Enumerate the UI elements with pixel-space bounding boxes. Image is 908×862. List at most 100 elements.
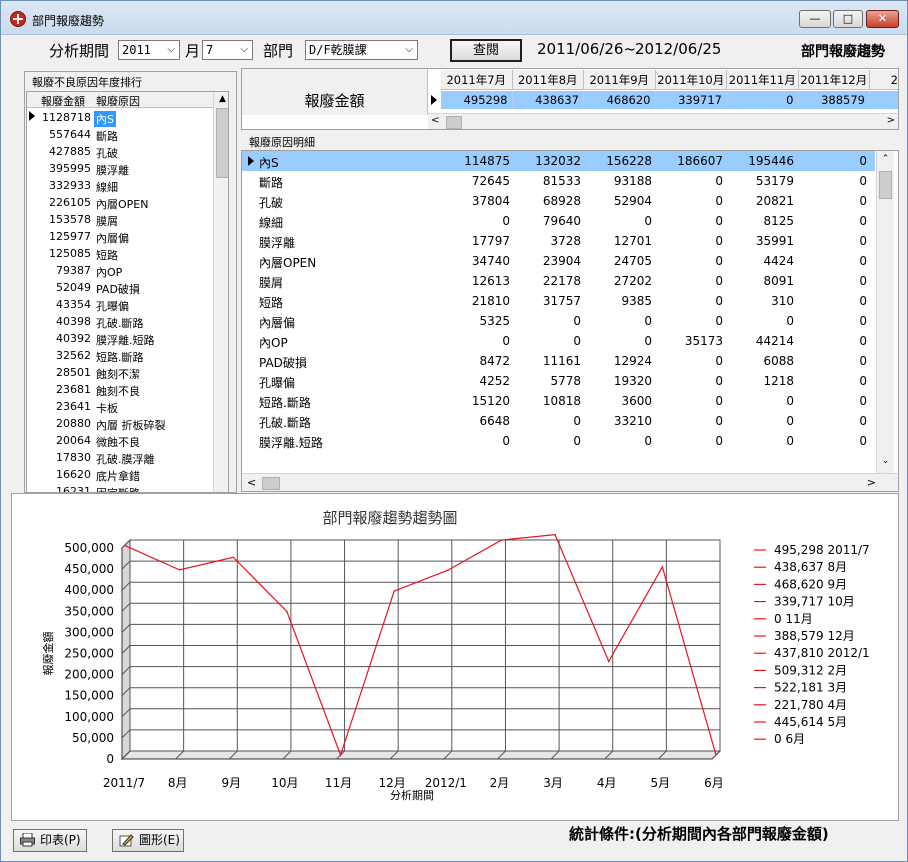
ranking-row[interactable]: 16231 固定斷路 xyxy=(27,483,213,492)
summary-value-cell[interactable]: 339717 xyxy=(655,91,727,109)
detail-vscroll[interactable]: ⌃ ⌄ xyxy=(876,151,894,473)
summary-col-header[interactable]: 2011年9月 xyxy=(584,70,656,90)
summary-value-cell[interactable]: 468620 xyxy=(584,91,656,109)
detail-row[interactable]: 短路 21810 31757 9385 0 310 0 xyxy=(242,291,875,311)
summary-col-header[interactable]: 2011年8月 xyxy=(512,70,584,90)
ranking-row[interactable]: 427885 孔破 xyxy=(27,143,213,160)
detail-row[interactable]: 膜浮離 17797 3728 12701 0 35991 0 xyxy=(242,231,875,251)
maximize-button[interactable]: □ xyxy=(833,10,863,28)
summary-value-cell[interactable]: 388579 xyxy=(798,91,870,109)
ranking-row[interactable]: 20064 微蝕不良 xyxy=(27,432,213,449)
condition-text: 統計條件:(分析期間內各部門報廢金額) xyxy=(569,825,829,843)
ranking-grid[interactable]: 報廢金額 報廢原因 1128718 內S 557644 斷路 427885 孔破 39599… xyxy=(26,91,229,493)
detail-value-cell: 31757 xyxy=(542,294,581,308)
detail-value-cell: 6088 xyxy=(763,354,794,368)
scroll-thumb[interactable] xyxy=(879,171,892,199)
ranking-row[interactable]: 395995 膜浮離 xyxy=(27,160,213,177)
scroll-down-icon[interactable]: ⌄ xyxy=(877,454,894,469)
detail-value-cell: 53179 xyxy=(755,174,794,188)
summary-grid[interactable]: 報廢金額 2011年7月 495298 2011年8月 438637 2011年9月 46… xyxy=(241,68,899,130)
detail-row[interactable]: 孔破 37804 68928 52904 0 20821 0 xyxy=(242,191,875,211)
col-reason[interactable]: 報廢原因 xyxy=(96,93,140,109)
scroll-up-icon[interactable]: ⌃ xyxy=(877,152,894,167)
x-tick-label: 2011/7 xyxy=(103,776,145,790)
ranking-amount: 1128718 xyxy=(42,111,91,124)
detail-row[interactable]: 孔破.斷路 6648 0 33210 0 0 0 xyxy=(242,411,875,431)
detail-value-cell: 0 xyxy=(859,254,867,268)
scroll-right-icon[interactable]: > xyxy=(887,115,895,126)
ranking-row[interactable]: 23641 卡板 xyxy=(27,398,213,415)
title-bar: 部門報廢趨勢 — □ ✕ xyxy=(1,1,907,35)
summary-col-header[interactable]: 2011年7月 xyxy=(441,70,513,90)
summary-col-header[interactable]: 2012 xyxy=(870,70,898,90)
month-select[interactable]: 7 ⌵ xyxy=(202,40,253,60)
print-button[interactable]: 印表(P) xyxy=(13,829,87,852)
detail-row[interactable]: 膜浮離.短路 0 0 0 0 0 0 xyxy=(242,431,875,451)
detail-grid[interactable]: 內S 114875 132032 156228 186607 195446 0 斷路 72645… xyxy=(241,150,899,492)
ranking-row[interactable]: 17830 孔破.膜浮離 xyxy=(27,449,213,466)
close-button[interactable]: ✕ xyxy=(866,10,899,28)
summary-value-cell[interactable]: 495298 xyxy=(441,91,513,109)
summary-value-cell[interactable]: 0 xyxy=(727,91,799,109)
detail-reason: 孔破.斷路 xyxy=(259,416,311,430)
ranking-row[interactable]: 40398 孔破.斷路 xyxy=(27,313,213,330)
query-button[interactable]: 查閱 xyxy=(450,39,522,62)
detail-value-cell: 68928 xyxy=(542,194,581,208)
scroll-thumb[interactable] xyxy=(262,477,280,490)
detail-row[interactable]: 斷路 72645 81533 93188 0 53179 0 xyxy=(242,171,875,191)
detail-row[interactable]: 內層偏 5325 0 0 0 0 0 xyxy=(242,311,875,331)
scroll-right-icon[interactable]: > xyxy=(867,476,876,489)
scroll-left-icon[interactable]: < xyxy=(431,115,439,126)
summary-col-header[interactable]: 2011年12月 xyxy=(798,70,870,90)
ranking-row[interactable]: 40392 膜浮離.短路 xyxy=(27,330,213,347)
summary-value-cell[interactable]: 4 xyxy=(870,91,898,109)
ranking-row[interactable]: 23681 蝕刻不良 xyxy=(27,381,213,398)
detail-row[interactable]: 內S 114875 132032 156228 186607 195446 0 xyxy=(242,151,875,171)
ranking-row[interactable]: 332933 線細 xyxy=(27,177,213,194)
ranking-row[interactable]: 79387 內OP xyxy=(27,262,213,279)
ranking-row[interactable]: 52049 PAD破損 xyxy=(27,279,213,296)
ranking-row[interactable]: 557644 斷路 xyxy=(27,126,213,143)
ranking-row[interactable]: 125085 短路 xyxy=(27,245,213,262)
detail-value-cell: 186607 xyxy=(677,154,723,168)
ranking-row[interactable]: 226105 內層OPEN xyxy=(27,194,213,211)
detail-row[interactable]: 短路.斷路 15120 10818 3600 0 0 0 xyxy=(242,391,875,411)
ranking-row[interactable]: 20880 內層 折板碎裂 xyxy=(27,415,213,432)
col-amount[interactable]: 報廢金額 xyxy=(41,93,85,109)
minimize-button[interactable]: — xyxy=(799,10,831,28)
y-tick-label: 150,000 xyxy=(64,689,114,703)
ranking-row[interactable]: 32562 短路.斷路 xyxy=(27,347,213,364)
legend-item: 445,614 5月 xyxy=(774,715,847,729)
ranking-vscroll[interactable]: ▲ xyxy=(213,92,228,492)
dept-select[interactable]: D/F乾膜課 ⌵ xyxy=(305,40,418,60)
ranking-row[interactable]: 1128718 內S xyxy=(27,109,213,127)
detail-value-cell: 19320 xyxy=(613,374,652,388)
summary-col-header[interactable]: 2011年11月 xyxy=(727,70,799,90)
ranking-row[interactable]: 125977 內層偏 xyxy=(27,228,213,245)
ranking-row[interactable]: 16620 底片拿錯 xyxy=(27,466,213,483)
detail-row[interactable]: 線細 0 79640 0 0 8125 0 xyxy=(242,211,875,231)
detail-hscroll[interactable]: < > xyxy=(242,473,898,491)
detail-row[interactable]: 孔曝偏 4252 5778 19320 0 1218 0 xyxy=(242,371,875,391)
detail-row[interactable]: PAD破損 8472 11161 12924 0 6088 0 xyxy=(242,351,875,371)
scroll-thumb[interactable] xyxy=(216,108,228,178)
summary-hscroll[interactable]: < > xyxy=(428,113,898,129)
detail-row[interactable]: 內層OPEN 34740 23904 24705 0 4424 0 xyxy=(242,251,875,271)
summary-col-header[interactable]: 2011年10月 xyxy=(655,70,727,90)
scroll-left-icon[interactable]: < xyxy=(247,476,256,489)
scroll-up-icon[interactable]: ▲ xyxy=(214,92,228,107)
ranking-row[interactable]: 43354 孔曝偏 xyxy=(27,296,213,313)
graph-button[interactable]: 圖形(E) xyxy=(112,829,184,852)
scroll-thumb[interactable] xyxy=(446,116,462,129)
detail-value-cell: 34740 xyxy=(471,254,510,268)
summary-value-cell[interactable]: 438637 xyxy=(512,91,584,109)
app-icon xyxy=(10,11,26,27)
ranking-row[interactable]: 28501 蝕刻不潔 xyxy=(27,364,213,381)
detail-row[interactable]: 內OP 0 0 0 35173 44214 0 xyxy=(242,331,875,351)
ranking-row[interactable]: 153578 膜屑 xyxy=(27,211,213,228)
detail-value-cell: 12701 xyxy=(613,234,652,248)
detail-row[interactable]: 膜屑 12613 22178 27202 0 8091 0 xyxy=(242,271,875,291)
year-select[interactable]: 2011 ⌵ xyxy=(118,40,180,60)
legend-item: 509,312 2月 xyxy=(774,663,847,677)
detail-value-cell: 8125 xyxy=(763,214,794,228)
